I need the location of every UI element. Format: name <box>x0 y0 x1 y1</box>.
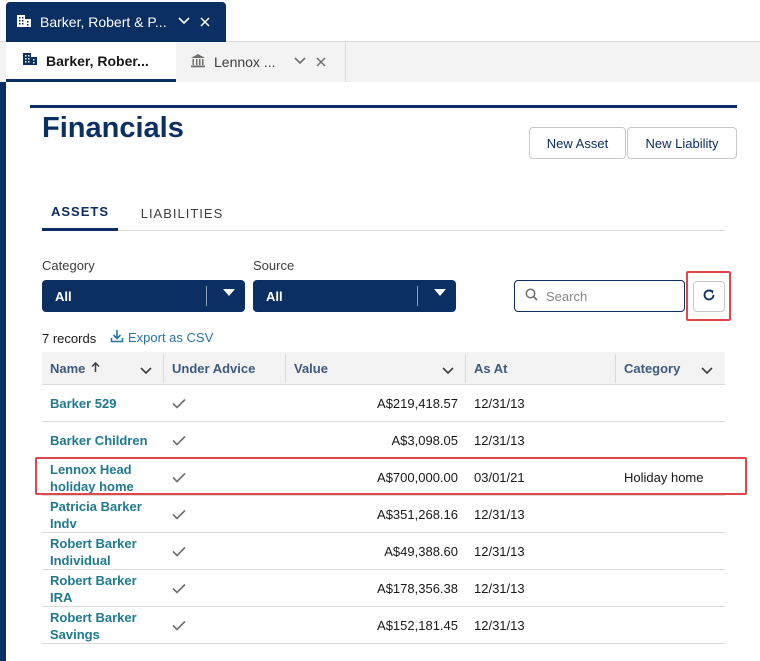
financials-tabs: ASSETS LIABILITIES <box>42 195 725 231</box>
subtab-label: Lennox ... <box>214 54 276 70</box>
search-icon <box>525 288 538 304</box>
new-liability-button[interactable]: New Liability <box>627 127 737 159</box>
source-filter-select[interactable]: All <box>253 280 456 312</box>
building-icon <box>22 52 38 69</box>
checkmark-icon <box>172 570 192 607</box>
workspace-tab-label: Barker, Robert & P... <box>40 14 167 30</box>
row-as-at: 12/31/13 <box>474 507 525 522</box>
checkmark-icon <box>172 496 192 533</box>
row-as-at: 12/31/13 <box>474 433 525 448</box>
row-value: A$178,356.38 <box>377 581 458 596</box>
row-name-link[interactable]: Patricia Barker Indv <box>50 496 162 533</box>
subtab-lennox[interactable]: Lennox ... <box>176 42 346 82</box>
column-header-label: Value <box>294 361 328 376</box>
checkmark-icon <box>172 385 192 422</box>
search-input[interactable] <box>546 288 676 304</box>
export-csv-label: Export as CSV <box>128 330 214 345</box>
row-value: A$152,181.45 <box>377 618 458 633</box>
sort-ascending-icon <box>91 361 100 376</box>
chevron-down-icon[interactable] <box>442 363 454 378</box>
chevron-down-icon[interactable] <box>293 56 306 68</box>
chevron-down-icon[interactable] <box>178 16 190 28</box>
card-divider <box>30 105 737 108</box>
table-row: Barker 529 A$219,418.57 12/31/13 <box>42 385 725 422</box>
table-row: Robert Barker Savings A$152,181.45 12/31… <box>42 607 725 644</box>
left-accent-stripe <box>0 82 6 661</box>
table-header: Name Under Advice Value As At Category <box>42 352 725 385</box>
column-header-label: Name <box>50 361 86 376</box>
download-icon <box>110 329 124 346</box>
refresh-button[interactable] <box>693 281 725 312</box>
row-category <box>624 422 724 459</box>
column-header-label: Category <box>624 361 681 376</box>
category-filter-select[interactable]: All <box>42 280 245 312</box>
column-header-name[interactable]: Name <box>42 352 164 385</box>
export-csv-link[interactable]: Export as CSV <box>110 329 213 346</box>
page-title: Financials <box>42 112 184 144</box>
table-row: Robert Barker IRA A$178,356.38 12/31/13 <box>42 570 725 607</box>
caret-down-icon <box>434 289 446 296</box>
row-category <box>624 607 724 644</box>
source-filter-label: Source <box>253 258 295 273</box>
new-asset-button[interactable]: New Asset <box>529 127 626 159</box>
checkmark-icon <box>172 607 192 644</box>
row-value: A$49,388.60 <box>384 544 458 559</box>
checkmark-icon <box>172 422 192 459</box>
subtab-label: Barker, Rober... <box>46 52 149 69</box>
subtab-barker[interactable]: Barker, Rober... <box>6 42 176 82</box>
building-icon <box>16 14 32 31</box>
source-filter-value: All <box>266 288 283 304</box>
close-icon[interactable] <box>200 14 210 30</box>
table-row: Robert Barker Individual A$49,388.60 12/… <box>42 533 725 570</box>
category-filter-label: Category <box>42 258 95 273</box>
app-root: Barker, Robert & P... Barker, Rober... L… <box>0 0 760 661</box>
column-header-as-at[interactable]: As At <box>466 352 616 385</box>
tab-liabilities[interactable]: LIABILITIES <box>132 195 232 231</box>
chevron-down-icon[interactable] <box>701 363 713 378</box>
row-as-at: 12/31/13 <box>474 544 525 559</box>
record-count: 7 records <box>42 331 97 346</box>
table-row: Patricia Barker Indv A$351,268.16 12/31/… <box>42 496 725 533</box>
workspace-tab-barker[interactable]: Barker, Robert & P... <box>6 2 226 42</box>
column-header-category[interactable]: Category <box>616 352 725 385</box>
row-as-at: 12/31/13 <box>474 396 525 411</box>
row-name-link[interactable]: Robert Barker Savings <box>50 607 162 644</box>
row-name-link[interactable]: Barker Children <box>50 422 162 459</box>
row-as-at: 12/31/13 <box>474 581 525 596</box>
search-box <box>514 280 685 312</box>
chevron-down-icon[interactable] <box>140 363 152 378</box>
select-divider <box>417 286 418 306</box>
caret-down-icon <box>223 289 235 296</box>
bank-icon <box>190 53 206 71</box>
table-row: Barker Children A$3,098.05 12/31/13 <box>42 422 725 459</box>
row-category <box>624 385 724 422</box>
column-header-under-advice[interactable]: Under Advice <box>164 352 286 385</box>
column-header-value[interactable]: Value <box>286 352 466 385</box>
row-category <box>624 496 724 533</box>
row-value: A$219,418.57 <box>377 396 458 411</box>
row-name-link[interactable]: Robert Barker IRA <box>50 570 162 607</box>
row-value: A$351,268.16 <box>377 507 458 522</box>
close-icon[interactable] <box>315 54 326 70</box>
row-as-at: 12/31/13 <box>474 618 525 633</box>
select-divider <box>206 286 207 306</box>
row-name-link[interactable]: Robert Barker Individual <box>50 533 162 570</box>
tab-assets[interactable]: ASSETS <box>42 195 118 231</box>
column-header-label: Under Advice <box>172 361 256 376</box>
workspace-tab-bar: Barker, Robert & P... <box>0 0 760 42</box>
row-name-link[interactable]: Barker 529 <box>50 385 162 422</box>
subtab-bar: Barker, Rober... Lennox ... <box>0 42 760 82</box>
refresh-icon <box>702 288 716 305</box>
checkmark-icon <box>172 533 192 570</box>
row-highlight-box <box>35 457 747 495</box>
category-filter-value: All <box>55 288 72 304</box>
row-value: A$3,098.05 <box>391 433 458 448</box>
column-header-label: As At <box>474 361 508 376</box>
row-category <box>624 533 724 570</box>
row-category <box>624 570 724 607</box>
